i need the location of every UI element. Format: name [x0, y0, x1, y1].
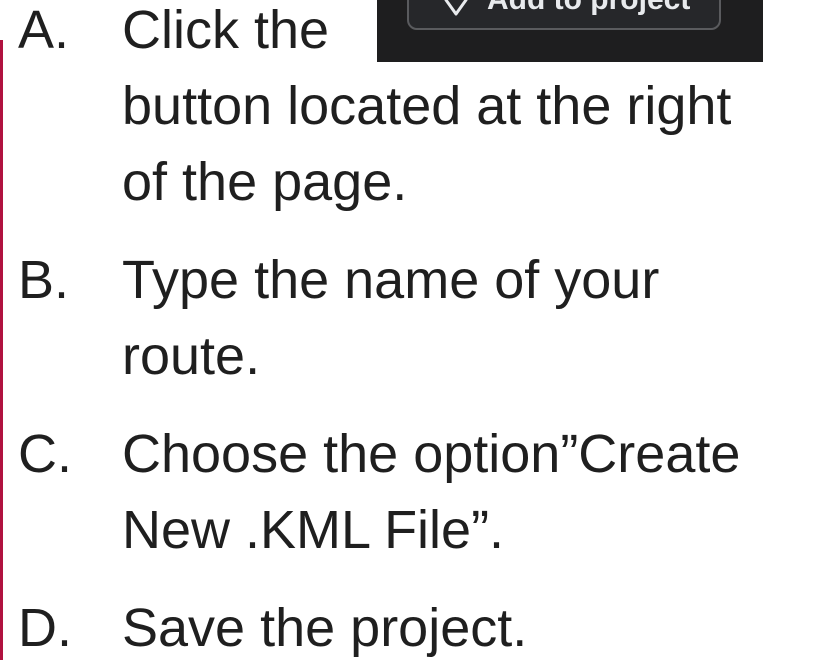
step-marker: B.: [18, 250, 70, 310]
step-marker: D.: [18, 598, 72, 658]
step-text: Type the name of your route.: [122, 242, 838, 394]
step-marker: C.: [18, 424, 72, 484]
step-line: Save the project.: [122, 598, 528, 658]
step-marker: A.: [18, 0, 70, 60]
step-line: button located at the right: [122, 76, 732, 136]
step-line: route.: [122, 326, 261, 386]
accent-bar: [0, 40, 3, 660]
add-to-project-button-image: Add to project: [377, 0, 763, 62]
step-text: Choose the option”Create New .KML File”.: [122, 416, 838, 568]
step-line: Choose the option”Create: [122, 424, 741, 484]
button-label: Add to project: [487, 0, 690, 18]
step-line: New .KML File”.: [122, 500, 505, 560]
step-line: Type the name of your: [122, 250, 660, 310]
step-text: Save the project.: [122, 590, 838, 660]
step-line: of the page.: [122, 152, 408, 212]
map-pin-icon: [444, 0, 468, 16]
add-to-project-button: Add to project: [407, 0, 721, 30]
instruction-slide: A. Click the button located at the right…: [0, 0, 838, 660]
